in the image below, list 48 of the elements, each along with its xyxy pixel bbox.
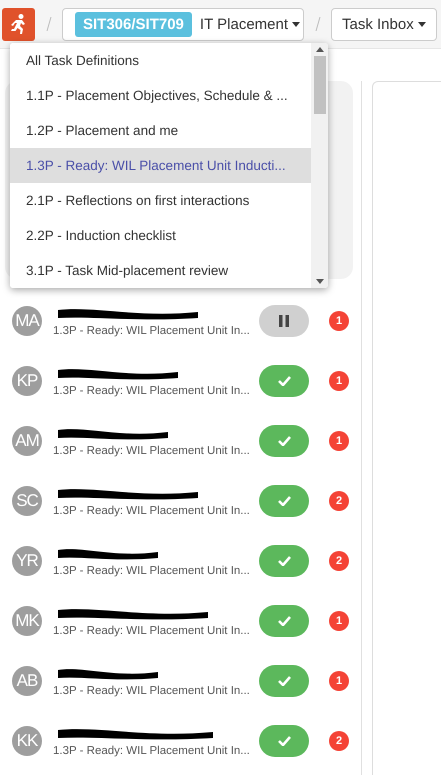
breadcrumb-separator-icon [46,17,52,31]
task-name: 1.3P - Ready: WIL Placement Unit In... [53,384,250,398]
app-logo[interactable] [2,8,35,40]
unit-code-badge: SIT306/SIT709 [75,12,192,36]
user-avatar: KP [12,366,42,396]
status-button[interactable] [259,305,309,337]
task-name: 1.3P - Ready: WIL Placement Unit In... [53,324,250,338]
task-name: 1.3P - Ready: WIL Placement Unit In... [53,684,250,698]
task-name: 1.3P - Ready: WIL Placement Unit In... [53,504,250,518]
menu-item[interactable]: All Task Definitions [10,43,311,78]
check-icon [278,736,290,746]
user-avatar: YR [12,546,42,576]
scrollbar-thumb[interactable] [314,56,326,114]
comment-count-badge: 1 [329,671,349,691]
check-icon [278,616,290,626]
pause-icon [279,315,289,327]
comment-count-badge: 2 [329,731,349,751]
user-avatar: AB [12,666,42,696]
check-icon [278,436,290,446]
menu-item[interactable]: 1.3P - Ready: WIL Placement Unit Inducti... [10,148,311,183]
comment-count-badge: 2 [329,491,349,511]
check-icon [278,376,290,386]
user-avatar: SC [12,486,42,516]
comment-count-badge: 1 [329,371,349,391]
user-avatar: AM [12,426,42,456]
caret-icon [418,22,426,26]
user-avatar: MA [12,306,42,336]
check-icon [278,496,290,506]
task-name: 1.3P - Ready: WIL Placement Unit In... [53,444,250,458]
task-name: 1.3P - Ready: WIL Placement Unit In... [53,744,250,758]
scrollbar[interactable] [311,43,328,288]
check-icon [278,556,290,566]
scroll-up-icon[interactable] [316,47,324,52]
caret-icon [292,22,300,26]
comment-count-badge: 1 [329,611,349,631]
task-name: 1.3P - Ready: WIL Placement Unit In... [53,564,250,578]
user-avatar: MK [12,606,42,636]
unit-dropdown[interactable]: SIT306/SIT709 IT Placement [62,8,304,40]
runner-icon [10,14,26,34]
check-icon [278,676,290,686]
comment-count-badge: 1 [329,431,349,451]
task-name: 1.3P - Ready: WIL Placement Unit In... [53,624,250,638]
breadcrumb-separator-icon [314,17,320,31]
view-dropdown[interactable]: Task Inbox [331,8,437,40]
comment-count-badge: 1 [329,311,349,331]
user-avatar: KK [12,726,42,756]
menu-item[interactable]: 3.1P - Task Mid-placement review [10,253,311,288]
comment-count-badge: 2 [329,551,349,571]
